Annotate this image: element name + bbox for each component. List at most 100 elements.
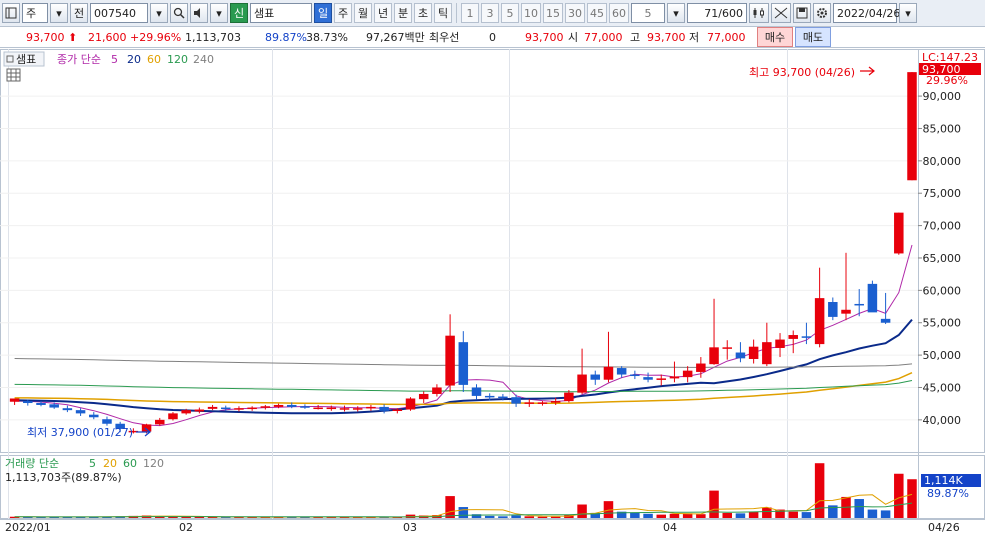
market-type-dropdown[interactable]: ▾ [50,3,68,23]
candle-body [867,283,878,313]
candle-body [564,392,574,402]
period-week[interactable]: 주 [334,3,352,23]
period-week-label: 주 [337,7,349,20]
current-value: 93,700 [525,30,564,44]
stock-tag-label: 샘표 [16,53,36,66]
period-year[interactable]: 년 [374,3,392,23]
candle-body [735,352,746,359]
date-dropdown[interactable]: ▾ [899,3,917,23]
market-type-select[interactable]: 주 [22,3,48,23]
volume-bar [762,507,772,518]
volume-bar [511,515,521,518]
candle-body [339,408,350,410]
ma-240-label: 240 [193,53,214,66]
view-type-button[interactable]: 전 [70,3,88,23]
sell-button[interactable]: 매도 [795,27,831,47]
volume-bar [722,512,732,518]
volume-bar [194,516,205,518]
candle-body [511,397,521,404]
new-badge: 신 [230,3,248,23]
custom-period-dropdown[interactable]: ▾ [667,3,685,23]
custom-period-input[interactable]: 5 [631,3,665,23]
view-type-label: 전 [73,7,85,20]
minute-option-15[interactable]: 15 [543,3,563,23]
speaker-dropdown[interactable]: ▾ [210,3,228,23]
minute-option-10[interactable]: 10 [521,3,541,23]
candle-body [696,363,706,372]
candle-body [168,413,178,420]
minute-option-1[interactable]: 1 [461,3,479,23]
period-day[interactable]: 일 [314,3,332,23]
open-value: 77,000 [584,30,623,44]
candle-body [102,419,112,424]
y-tick-label: 55,000 [923,317,962,330]
candle-body [326,407,337,410]
market-type-value: 주 [26,7,37,20]
chart-layout-icon[interactable] [2,3,20,23]
price-panel [0,49,985,453]
chart-area[interactable]: 90,000 85,000 80,000 75,000 70,000 65,000 60,0… [0,49,985,538]
search-icon[interactable] [170,3,188,23]
candle-body [841,309,851,314]
candle-body [36,403,46,405]
date-input[interactable]: 2022/04/26 [833,3,900,23]
candle-body [748,346,759,359]
candle-body [775,339,785,348]
volume-bar [735,513,746,518]
best-quote-value: 0 [489,30,496,44]
price-change: 21,600 [88,30,127,44]
period-second[interactable]: 초 [414,3,432,23]
price-volume-chart[interactable]: 90,000 85,000 80,000 75,000 70,000 65,000 60,0… [0,49,985,538]
candle-body [234,408,244,410]
low-value: 77,000 [707,30,746,44]
toolbar-divider [456,3,457,23]
period-month[interactable]: 월 [354,3,372,23]
grid-table-icon[interactable] [6,68,21,82]
buy-button[interactable]: 매수 [757,27,793,47]
candle-body [247,407,257,410]
count-input[interactable]: 71/600 [687,3,747,23]
candle-body [155,419,165,425]
gear-icon[interactable] [813,3,831,23]
candle-body [498,396,508,399]
low-label: 저 [689,31,700,44]
y-tick-label: 50,000 [923,349,962,362]
y-tick-label: 65,000 [923,252,962,265]
minute-option-60[interactable]: 60 [609,3,629,23]
candle-body [379,406,389,411]
ma-title: 종가 단순 [57,53,101,66]
minute-option-label: 5 [506,6,514,20]
stock-code-input[interactable]: 007540 [90,3,148,23]
crosshair-icon[interactable] [771,3,791,23]
minute-option-45[interactable]: 45 [587,3,607,23]
period-tick[interactable]: 틱 [434,3,452,23]
period-day-label: 일 [317,7,329,20]
candle-body [300,406,310,408]
candle-body [762,342,772,365]
speaker-icon[interactable] [190,3,208,23]
ma-5-label: 5 [111,53,118,66]
code-dropdown[interactable]: ▾ [150,3,168,23]
candle-body [828,302,838,317]
x-axis [0,519,985,538]
candle-body [23,401,33,404]
minute-option-30[interactable]: 30 [565,3,585,23]
volume-bar [907,479,917,518]
x-label-mar: 03 [403,521,417,534]
candle-body [286,404,297,407]
volume-marker-label: 1,114K [924,474,963,487]
trade-volume: 1,113,703 [185,30,241,44]
candle-style-icon[interactable] [749,3,769,23]
best-quote-label: 최우선 [429,31,460,44]
save-icon[interactable] [793,3,811,23]
minute-option-3[interactable]: 3 [481,3,499,23]
period-minute[interactable]: 분 [394,3,412,23]
stock-name-input[interactable]: 샘표 [250,3,312,23]
volume-bar [709,490,719,518]
candle-body [722,347,732,349]
candle-body [854,303,864,306]
custom-period-value: 5 [644,6,652,20]
stock-name-value: 샘표 [254,7,275,20]
minute-option-5[interactable]: 5 [501,3,519,23]
period-second-label: 초 [417,7,429,20]
